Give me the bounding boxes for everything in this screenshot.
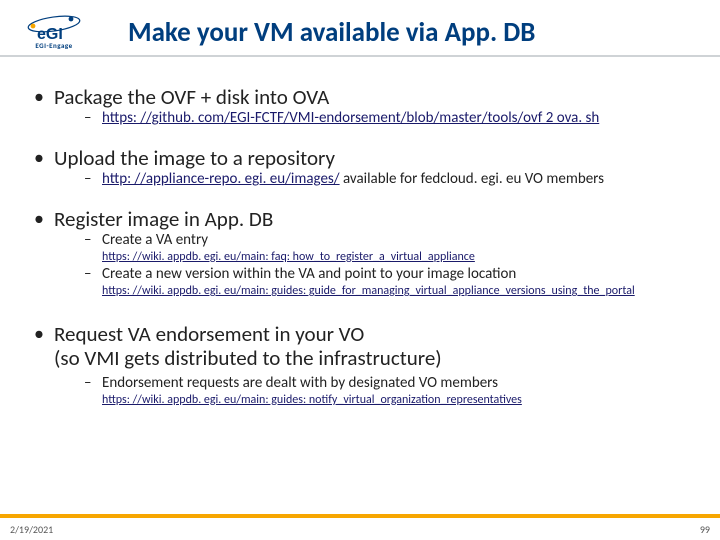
sub-text: Endorsement requests are dealt with by d… — [102, 374, 498, 392]
sub-bullet: https: //github. com/EGI-FCTF/VMI-endors… — [54, 109, 692, 128]
bullet-text: Register image in App. DB — [54, 207, 692, 231]
footer-page-number: 99 — [700, 523, 710, 536]
slide-content: Package the OVF + disk into OVA https: /… — [0, 57, 720, 408]
bullet-endorse: Request VA endorsement in your VO (so VM… — [28, 322, 692, 409]
bullet-upload: Upload the image to a repository http: /… — [28, 146, 692, 189]
sub-bullet: Create a new version within the VA and p… — [54, 265, 692, 284]
slide-title: Make your VM available via App. DB — [104, 8, 720, 55]
sub-text: Create a new version within the VA and p… — [102, 265, 516, 283]
bullet-text: Request VA endorsement in your VO (so VM… — [54, 322, 692, 370]
sub-text: Create a VA entry — [102, 231, 208, 249]
repo-link[interactable]: http: //appliance-repo. egi. eu/images/ — [102, 170, 340, 188]
footer-date: 2/19/2021 — [10, 523, 53, 536]
sub-link-line: https: //wiki. appdb. egi. eu/main: guid… — [54, 284, 692, 300]
egi-logo: eGI EGI-Engage — [14, 8, 94, 54]
bullet-package: Package the OVF + disk into OVA https: /… — [28, 85, 692, 128]
bullet-text: Upload the image to a repository — [54, 146, 692, 170]
bullet-register: Register image in App. DB Create a VA en… — [28, 207, 692, 300]
sub-link-line: https: //wiki. appdb. egi. eu/main: guid… — [54, 393, 692, 409]
github-link[interactable]: https: //github. com/EGI-FCTF/VMI-endors… — [102, 109, 599, 127]
slide-header: eGI EGI-Engage Make your VM available vi… — [0, 0, 720, 57]
wiki-notify-link[interactable]: https: //wiki. appdb. egi. eu/main: guid… — [102, 393, 522, 407]
wiki-versions-link[interactable]: https: //wiki. appdb. egi. eu/main: guid… — [102, 284, 635, 298]
sub-bullet: http: //appliance-repo. egi. eu/images/ … — [54, 170, 692, 189]
sub-bullet: Endorsement requests are dealt with by d… — [54, 374, 692, 393]
sub-bullet: Create a VA entry — [54, 231, 692, 250]
slide-footer: 2/19/2021 99 — [0, 518, 720, 540]
bullet-text: Package the OVF + disk into OVA — [54, 85, 692, 109]
logo-subtitle: EGI-Engage — [35, 41, 72, 50]
wiki-register-link[interactable]: https: //wiki. appdb. egi. eu/main: faq:… — [102, 250, 475, 264]
sub-link-line: https: //wiki. appdb. egi. eu/main: faq:… — [54, 250, 692, 266]
sub-text: available for fedcloud. egi. eu VO membe… — [340, 170, 604, 188]
